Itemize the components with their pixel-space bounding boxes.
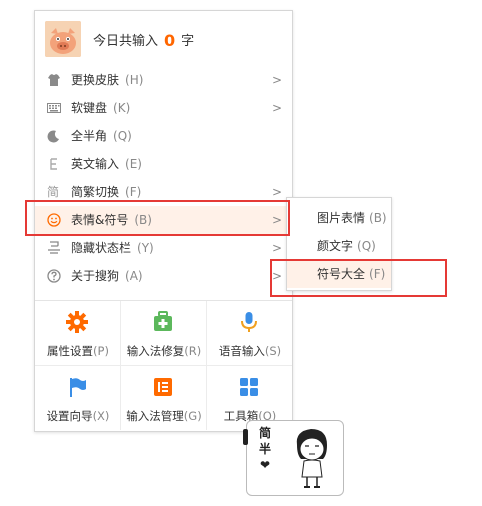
mascot-sticker-icon: [296, 429, 327, 488]
menu-item-shortcut: (A): [125, 269, 143, 283]
menu-header: 今日共输入 0 字: [35, 11, 292, 69]
status-simplified[interactable]: 简: [259, 425, 271, 441]
tool-shortcut: (G): [183, 409, 202, 423]
submenu-item-label: 图片表情: [317, 211, 366, 225]
menu-item-shortcut: (Q): [113, 129, 132, 143]
submenu-item-kaomoji[interactable]: 颜文字 (Q): [287, 232, 391, 260]
menu-item-hide-statusbar[interactable]: 隐藏状态栏 (Y) >: [35, 234, 292, 262]
status-half-width[interactable]: 半: [259, 441, 271, 457]
submenu-item-shortcut: (Q): [357, 239, 376, 253]
tool-shortcut: (X): [92, 409, 110, 423]
menu-item-label: 隐藏状态栏: [71, 241, 132, 255]
tool-label: 设置向导: [46, 409, 93, 423]
tool-shortcut: (P): [93, 344, 109, 358]
annotation-highlight-box: [270, 259, 447, 297]
tool-shortcut: (S): [264, 344, 282, 358]
microphone-icon: [241, 312, 257, 332]
letter-e-icon: [50, 158, 57, 170]
menu-items: 更换皮肤 (H) > 软键盘 (K) > 全半角 (Q) 英文输入 (E) 简 简繁切换…: [35, 66, 292, 290]
count-prefix: 今日共输入: [93, 34, 159, 49]
pig-mascot-icon: [45, 21, 81, 57]
menu-item-label: 英文输入: [71, 157, 120, 171]
chevron-right-icon: >: [271, 241, 282, 255]
question-icon: [47, 269, 61, 283]
tool-label: 语音输入: [218, 344, 265, 358]
tool-shortcut: (R): [184, 344, 202, 358]
hide-statusbar-icon: [48, 241, 60, 254]
menu-item-about[interactable]: 关于搜狗 (A) >: [35, 262, 292, 290]
repair-kit-icon: [154, 311, 172, 331]
jian-char-icon: 简: [47, 185, 60, 199]
menu-item-label: 关于搜狗: [71, 269, 120, 283]
submenu-item-label: 颜文字: [317, 239, 354, 253]
menu-item-full-half-width[interactable]: 全半角 (Q): [35, 122, 292, 150]
menu-item-label: 软键盘: [71, 101, 108, 115]
tool-ime-manager[interactable]: 输入法管理(G): [121, 366, 207, 430]
tool-label: 属性设置: [47, 344, 94, 358]
ime-status-bar[interactable]: 简 半 ❤: [243, 420, 344, 496]
menu-item-shortcut: (H): [125, 73, 144, 87]
menu-item-shortcut: (K): [113, 101, 131, 115]
tool-setup-wizard[interactable]: 设置向导(X): [35, 366, 121, 430]
menu-item-shortcut: (Y): [137, 241, 154, 255]
menu-item-soft-keyboard[interactable]: 软键盘 (K) >: [35, 94, 292, 122]
status-heart[interactable]: ❤: [259, 457, 271, 473]
menu-item-shortcut: (F): [125, 185, 142, 199]
tool-properties[interactable]: 属性设置(P): [35, 301, 121, 366]
status-indicators: 简 半 ❤: [259, 425, 271, 473]
tools-grid: 属性设置(P) 输入法修复(R) 语音输入(S) 设置向导(X) 输入法管理(G…: [35, 301, 292, 431]
manage-list-icon: [154, 378, 172, 396]
menu-item-label: 简繁切换: [71, 185, 120, 199]
tool-voice-input[interactable]: 语音输入(S): [207, 301, 292, 366]
keyboard-icon: [47, 103, 61, 113]
menu-item-english-input[interactable]: 英文输入 (E): [35, 150, 292, 178]
tool-label: 输入法管理: [126, 409, 184, 423]
menu-item-shortcut: (E): [125, 157, 142, 171]
toolbox-grid-icon: [240, 378, 258, 396]
chevron-right-icon: >: [271, 73, 282, 87]
flag-icon: [70, 378, 86, 397]
tool-repair[interactable]: 输入法修复(R): [121, 301, 207, 366]
menu-item-label: 全半角: [71, 129, 108, 143]
chevron-right-icon: >: [271, 101, 282, 115]
settings-gear-icon: [66, 311, 88, 333]
user-avatar[interactable]: [45, 21, 81, 57]
count-value: 0: [164, 31, 176, 50]
status-bar-handle[interactable]: [243, 429, 248, 445]
annotation-highlight-box: [25, 200, 290, 236]
count-suffix: 字: [181, 34, 195, 49]
menu-item-label: 更换皮肤: [71, 73, 120, 87]
submenu-item-picture-emoji[interactable]: 图片表情 (B): [287, 204, 391, 232]
tool-label: 输入法修复: [126, 344, 185, 358]
submenu-item-shortcut: (B): [369, 211, 387, 225]
shirt-icon: [48, 74, 60, 86]
menu-item-skin[interactable]: 更换皮肤 (H) >: [35, 66, 292, 94]
daily-count-text: 今日共输入 0 字: [93, 30, 194, 50]
moon-icon: [47, 130, 59, 143]
